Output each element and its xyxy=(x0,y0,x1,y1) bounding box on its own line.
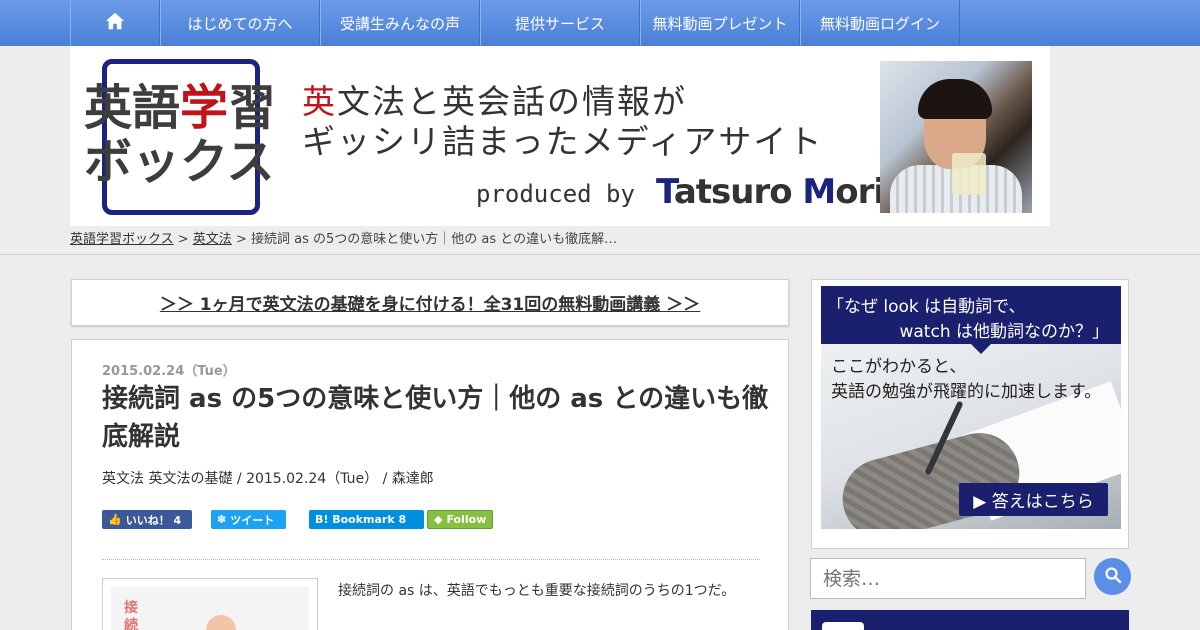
search-icon xyxy=(1104,566,1122,588)
category-link-basics[interactable]: 英文法の基礎 xyxy=(148,471,232,487)
nav-item-services[interactable]: 提供サービス xyxy=(480,0,640,46)
nav-item-testimonials[interactable]: 受講生みんなの声 xyxy=(320,0,480,46)
sidebar-widget xyxy=(811,610,1129,630)
tweet-button[interactable]: ✽ ツイート xyxy=(211,510,286,529)
article-title[interactable]: 接続詞 as の5つの意味と使い方｜他の as との違いも徹底解説 xyxy=(102,380,772,456)
facebook-like-button[interactable]: 👍 いいね！ 4 xyxy=(102,510,192,529)
ad-headline: 「なぜ look は自動詞で、 watch は他動詞なのか？」 xyxy=(821,286,1121,344)
nav-item-video-login[interactable]: 無料動画ログイン xyxy=(800,0,960,46)
sidebar-ad-banner[interactable]: 「なぜ look は自動詞で、 watch は他動詞なのか？」 ここがわかると、… xyxy=(821,286,1121,529)
feedly-icon: ◆ xyxy=(434,513,443,526)
search-button[interactable] xyxy=(1094,558,1131,595)
article-card: 2015.02.24（Tue） 接続詞 as の5つの意味と使い方｜他の as … xyxy=(71,339,789,630)
breadcrumb-home[interactable]: 英語学習ボックス xyxy=(70,232,174,247)
hatena-bookmark-button[interactable]: B! Bookmark 8 xyxy=(309,510,424,529)
ad-answer-button[interactable]: ▶ 答えはこちら xyxy=(959,483,1108,516)
home-icon xyxy=(104,10,126,36)
produced-by-label: produced by xyxy=(476,180,635,208)
article-meta: 英文法 英文法の基礎 / 2015.02.24（Tue） / 森達郎 xyxy=(102,471,434,487)
thumbs-up-icon: 👍 xyxy=(108,513,122,526)
thumbnail-caption: 接続 xyxy=(124,600,138,630)
twitter-bird-icon: ✽ xyxy=(217,513,227,526)
tagline-line2: ギッシリ詰まったメディアサイト xyxy=(302,122,824,161)
post-date: 2015.02.24（Tue） xyxy=(102,364,236,379)
divider xyxy=(0,254,1200,255)
thumbnail-hand xyxy=(206,615,236,630)
author-signature: Tatsuro Mori xyxy=(656,172,885,212)
breadcrumb: 英語学習ボックス > 英文法 > 接続詞 as の5つの意味と使い方｜他の as… xyxy=(70,232,618,247)
nav-item-free-video[interactable]: 無料動画プレゼント xyxy=(640,0,800,46)
ad-body-line2: 英語の勉強が飛躍的に加速します。 xyxy=(831,382,1102,402)
tagline-line1: 英文法と英会話の情報が xyxy=(302,82,687,121)
site-logo-line2[interactable]: ボックス xyxy=(84,136,275,188)
author-photo xyxy=(880,61,1032,213)
home-button[interactable] xyxy=(70,0,160,46)
ad-body-line1: ここがわかると、 xyxy=(831,357,967,377)
top-nav: はじめての方へ 受講生みんなの声 提供サービス 無料動画プレゼント 無料動画ログ… xyxy=(0,0,1200,46)
promo-banner: ＞＞ 1ヶ月で英文法の基礎を身に付ける！全31回の無料動画講義 ＞＞ xyxy=(71,279,789,326)
article-divider xyxy=(102,559,760,560)
article-thumbnail[interactable]: 接続 xyxy=(102,578,318,630)
widget-icon xyxy=(822,622,864,630)
breadcrumb-category[interactable]: 英文法 xyxy=(193,232,232,247)
sidebar-ad-card: 「なぜ look は自動詞で、 watch は他動詞なのか？」 ここがわかると、… xyxy=(811,279,1129,549)
category-link-grammar[interactable]: 英文法 xyxy=(102,471,144,487)
site-logo-line1[interactable]: 英語学習 xyxy=(84,82,276,134)
nav-item-beginners[interactable]: はじめての方へ xyxy=(160,0,320,46)
search-input[interactable] xyxy=(810,558,1086,599)
feedly-follow-button[interactable]: ◆ Follow xyxy=(427,510,493,529)
breadcrumb-current: 接続詞 as の5つの意味と使い方｜他の as との違いも徹底解… xyxy=(250,232,618,247)
promo-link[interactable]: ＞＞ 1ヶ月で英文法の基礎を身に付ける！全31回の無料動画講義 ＞＞ xyxy=(160,290,700,315)
article-excerpt: 接続詞の as は、英語でもっとも重要な接続詞のうちの1つだ。 xyxy=(338,583,736,599)
